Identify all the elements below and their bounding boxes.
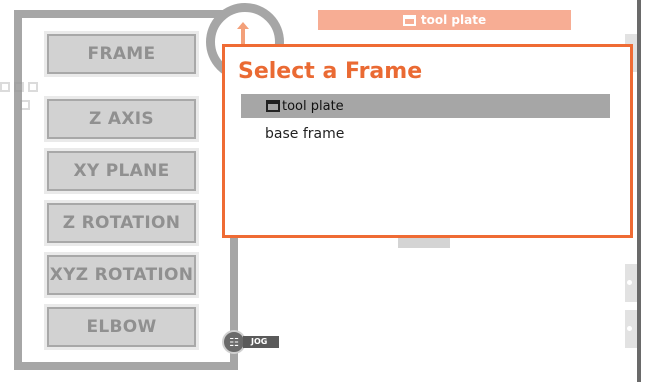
select-frame-dialog: Select a Frame tool plate base frame	[222, 44, 633, 238]
frame-option-label: base frame	[265, 126, 345, 142]
current-frame-label: tool plate	[420, 13, 487, 27]
side-tab[interactable]	[625, 264, 637, 302]
mode-button-elbow[interactable]: ELBOW	[44, 304, 199, 350]
dialog-title: Select a Frame	[238, 59, 423, 84]
mode-button-z-axis[interactable]: Z AXIS	[44, 96, 199, 142]
tool-plate-icon	[402, 14, 416, 26]
side-tab[interactable]	[625, 310, 637, 348]
right-edge-bar	[637, 0, 641, 382]
frame-option-label: tool plate	[282, 98, 344, 114]
frame-option-base-frame[interactable]: base frame	[241, 122, 610, 146]
jog-badge[interactable]: ☷ JOG	[222, 330, 280, 354]
tool-plate-icon	[266, 100, 280, 112]
mode-button-frame[interactable]: FRAME	[44, 31, 199, 77]
mode-button-xyz-rotation[interactable]: XYZ ROTATION	[44, 252, 199, 298]
mode-button-xy-plane[interactable]: XY PLANE	[44, 148, 199, 194]
frame-option-tool-plate[interactable]: tool plate	[241, 94, 610, 118]
mode-button-z-rotation[interactable]: Z ROTATION	[44, 200, 199, 246]
current-frame-chip[interactable]: tool plate	[318, 10, 571, 30]
jog-label: JOG	[243, 336, 280, 348]
faded-toolbar-icons	[0, 78, 40, 118]
